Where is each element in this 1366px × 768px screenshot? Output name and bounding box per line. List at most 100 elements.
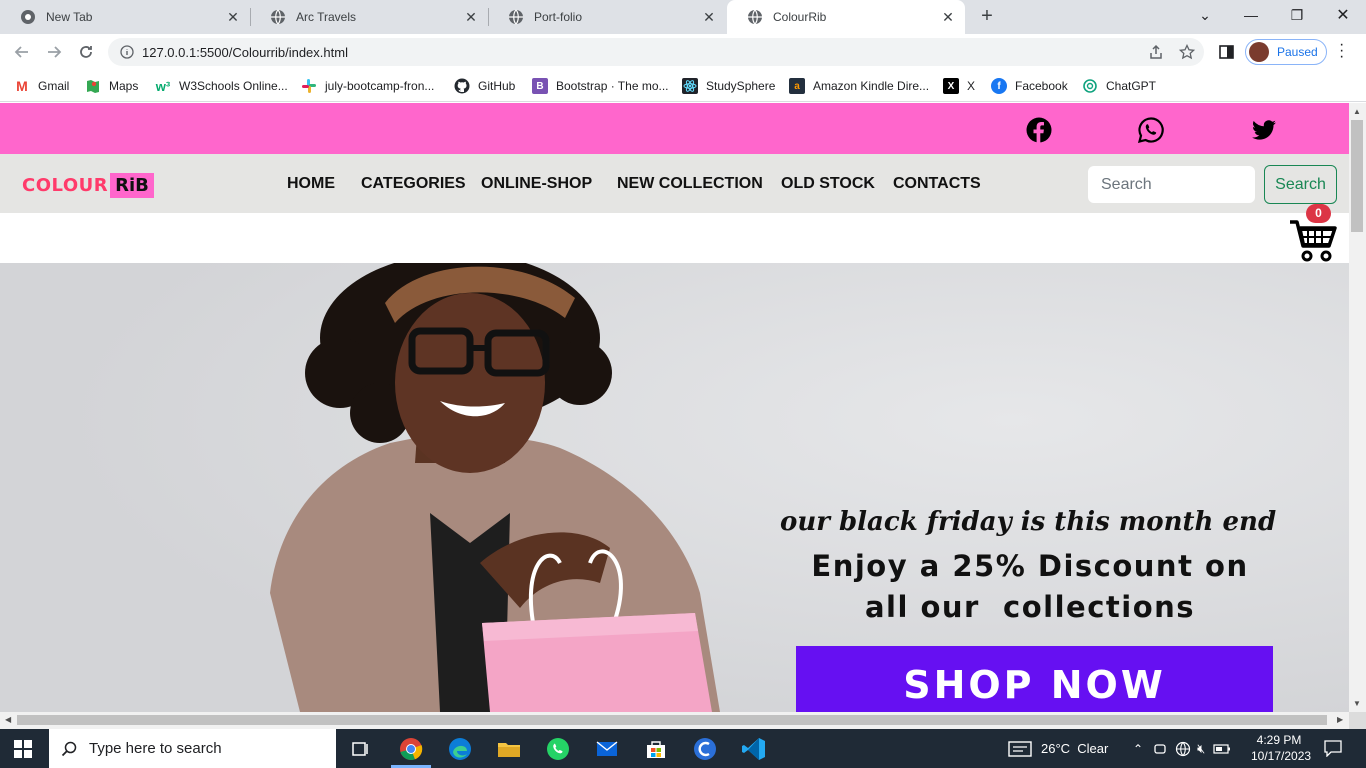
tab-new-tab[interactable]: New Tab ✕ bbox=[0, 0, 250, 34]
chatgpt-icon bbox=[1083, 79, 1097, 93]
maps-icon bbox=[87, 80, 99, 93]
nav-link-home[interactable]: HOME bbox=[287, 175, 335, 193]
bookmark-maps[interactable]: Maps bbox=[85, 76, 138, 96]
whatsapp-icon[interactable] bbox=[545, 736, 571, 762]
hero-tagline: our black friday is this month end bbox=[780, 507, 1277, 537]
shop-now-button[interactable]: SHOP NOW bbox=[796, 646, 1273, 712]
shopping-cart-icon[interactable] bbox=[1288, 218, 1338, 264]
bookmark-github[interactable]: GitHub bbox=[454, 76, 515, 96]
new-tab-button[interactable]: + bbox=[977, 6, 997, 27]
back-icon[interactable] bbox=[10, 40, 34, 64]
scrollbar-thumb[interactable] bbox=[1351, 120, 1363, 232]
windows-start-icon[interactable] bbox=[14, 740, 32, 758]
bookmark-facebook[interactable]: f Facebook bbox=[991, 76, 1068, 96]
bookmark-w3schools[interactable]: w³ W3Schools Online... bbox=[155, 76, 288, 96]
bookmarks-bar: M Gmail Maps w³ W3Schools Online... july… bbox=[0, 70, 1366, 102]
close-tab-icon[interactable]: ✕ bbox=[702, 10, 716, 24]
bookmark-slack[interactable]: july-bootcamp-fron... bbox=[301, 76, 434, 96]
chrome-icon[interactable] bbox=[398, 736, 424, 762]
close-tab-icon[interactable]: ✕ bbox=[226, 10, 240, 24]
close-window-icon[interactable]: ✕ bbox=[1320, 0, 1366, 30]
microsoft-store-icon[interactable] bbox=[643, 736, 669, 762]
close-tab-icon[interactable]: ✕ bbox=[941, 10, 955, 24]
hero-headline: Enjoy a 25% Discount on all our collecti… bbox=[760, 546, 1300, 628]
tab-strip: New Tab ✕ Arc Travels ✕ Port-folio ✕ Col… bbox=[0, 0, 1366, 34]
social-topbar bbox=[0, 103, 1349, 154]
forward-icon[interactable] bbox=[42, 40, 66, 64]
bookmark-studysphere[interactable]: StudySphere bbox=[682, 76, 775, 96]
bookmark-label: Bootstrap · The mo... bbox=[556, 79, 669, 93]
bookmark-label: Facebook bbox=[1015, 79, 1068, 93]
scroll-down-icon[interactable]: ▼ bbox=[1353, 699, 1361, 708]
notification-center-icon[interactable] bbox=[1324, 740, 1342, 757]
tab-search-chevron-icon[interactable]: ⌄ bbox=[1182, 0, 1228, 30]
chevron-up-icon[interactable]: ⌃ bbox=[1133, 742, 1143, 756]
search-input[interactable] bbox=[1088, 166, 1255, 203]
file-explorer-icon[interactable] bbox=[496, 736, 522, 762]
profile-button[interactable]: Paused bbox=[1245, 39, 1327, 65]
scrollbar-thumb[interactable] bbox=[17, 715, 1327, 725]
bookmark-label: Gmail bbox=[38, 79, 70, 93]
scroll-left-icon[interactable]: ◀ bbox=[5, 715, 11, 724]
bookmark-chatgpt[interactable]: ChatGPT bbox=[1082, 76, 1156, 96]
chrome-icon bbox=[21, 10, 35, 24]
scroll-right-icon[interactable]: ▶ bbox=[1337, 715, 1343, 724]
nav-link-online-shop[interactable]: ONLINE-SHOP bbox=[481, 175, 592, 193]
globe-icon bbox=[509, 9, 523, 25]
menu-dots-icon[interactable]: · · · bbox=[1339, 37, 1344, 65]
nav-link-categories[interactable]: CATEGORIES bbox=[361, 175, 466, 193]
avatar bbox=[1249, 42, 1269, 62]
bootstrap-icon: B bbox=[532, 78, 548, 94]
task-view-icon[interactable] bbox=[347, 736, 373, 762]
nav-link-old-stock[interactable]: OLD STOCK bbox=[781, 175, 875, 193]
share-icon[interactable] bbox=[1148, 44, 1164, 60]
edge-icon[interactable] bbox=[447, 736, 473, 762]
site-logo[interactable]: COLOUR RiB bbox=[22, 171, 154, 199]
nav-link-new-collection[interactable]: NEW COLLECTION bbox=[617, 175, 763, 193]
bookmark-bootstrap[interactable]: B Bootstrap · The mo... bbox=[532, 76, 669, 96]
bookmark-amazon-kindle[interactable]: a Amazon Kindle Dire... bbox=[789, 76, 929, 96]
network-globe-icon[interactable] bbox=[1175, 741, 1191, 757]
cortana-c-icon[interactable] bbox=[692, 736, 718, 762]
clock-time: 4:29 PM bbox=[1256, 733, 1302, 747]
tab-title: Port-folio bbox=[534, 10, 583, 24]
vscode-icon[interactable] bbox=[741, 736, 767, 762]
hero-headline-line1: Enjoy a 25% Discount on bbox=[811, 549, 1249, 583]
reload-icon[interactable] bbox=[74, 40, 98, 64]
bookmark-x[interactable]: X X bbox=[943, 76, 975, 96]
logo-text-colour: COLOUR bbox=[22, 174, 109, 196]
bookmark-label: StudySphere bbox=[706, 79, 776, 93]
vertical-scrollbar[interactable]: ▲ ▼ bbox=[1349, 103, 1366, 712]
side-panel-icon[interactable] bbox=[1219, 45, 1234, 59]
facebook-icon[interactable] bbox=[1026, 117, 1052, 143]
tab-arc-travels[interactable]: Arc Travels ✕ bbox=[250, 0, 488, 34]
whatsapp-icon[interactable] bbox=[1138, 117, 1164, 143]
minimize-icon[interactable]: — bbox=[1228, 0, 1274, 30]
facebook-icon: f bbox=[991, 78, 1007, 94]
mail-icon[interactable] bbox=[594, 736, 620, 762]
restore-icon[interactable]: ❐ bbox=[1274, 0, 1320, 30]
taskbar-clock[interactable]: 4:29 PM 10/17/2023 bbox=[1251, 732, 1311, 764]
horizontal-scrollbar[interactable]: ◀ ▶ bbox=[0, 712, 1349, 729]
bookmark-gmail[interactable]: M Gmail bbox=[14, 76, 69, 96]
address-bar[interactable]: 127.0.0.1:5500/Colourrib/index.html bbox=[108, 38, 1204, 66]
taskbar-search-box[interactable]: Type here to search bbox=[49, 729, 336, 768]
battery-icon[interactable] bbox=[1213, 743, 1231, 755]
weather-widget[interactable]: 26°C Clear bbox=[1008, 729, 1108, 768]
tab-port-folio[interactable]: Port-folio ✕ bbox=[488, 0, 726, 34]
tab-colourrib[interactable]: ColourRib ✕ bbox=[727, 0, 965, 34]
nav-link-contacts[interactable]: CONTACTS bbox=[893, 175, 981, 193]
scroll-up-icon[interactable]: ▲ bbox=[1353, 107, 1361, 116]
tab-title: New Tab bbox=[46, 10, 93, 24]
meet-now-icon[interactable] bbox=[1153, 742, 1167, 756]
bookmark-star-icon[interactable] bbox=[1179, 44, 1195, 60]
search-button[interactable]: Search bbox=[1264, 165, 1337, 204]
main-navbar: COLOUR RiB HOME CATEGORIES ONLINE-SHOP N… bbox=[0, 154, 1349, 213]
twitter-icon[interactable] bbox=[1251, 117, 1277, 143]
speaker-muted-icon[interactable]: 🔇︎ bbox=[1197, 741, 1205, 757]
close-tab-icon[interactable]: ✕ bbox=[464, 10, 478, 24]
hero-headline-line2: all our collections bbox=[864, 590, 1196, 624]
gmail-icon: M bbox=[16, 78, 28, 94]
site-info-icon[interactable] bbox=[120, 45, 134, 59]
bookmark-label: Amazon Kindle Dire... bbox=[813, 79, 930, 93]
